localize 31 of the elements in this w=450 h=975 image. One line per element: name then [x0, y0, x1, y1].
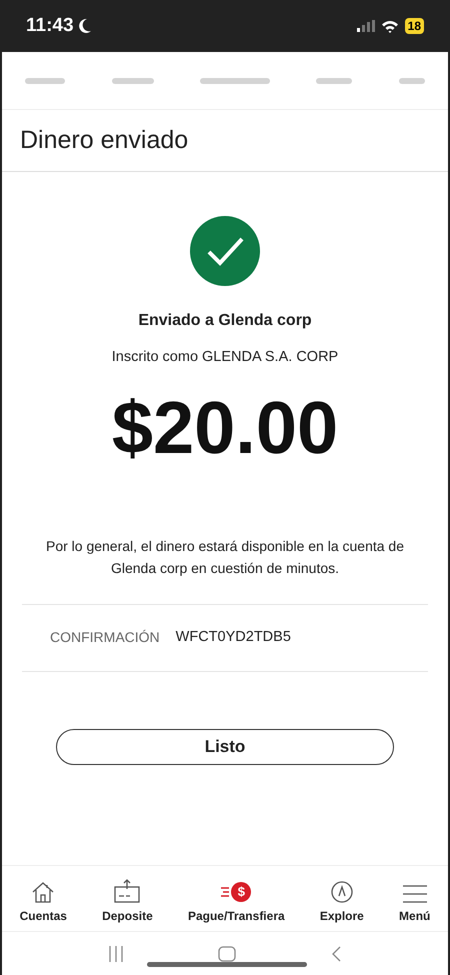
faded-nav-bar: [398, 78, 425, 84]
confirmation-number: WFCT0YD2TDB5: [176, 628, 291, 647]
confirmation-label: CONFIRMACIÓN: [50, 628, 160, 648]
wifi-icon: [380, 20, 399, 32]
battery-level: 18: [404, 18, 424, 34]
nav-tab[interactable]: Deposite: [102, 879, 153, 925]
nav-tab[interactable]: Cuentas: [20, 881, 67, 925]
availability-note: Por lo general, el dinero estará disponible en la cuenta de Glenda corp en cuestión de minutos.: [44, 536, 406, 578]
faded-nav-bar: [25, 78, 66, 84]
faded-nav-bar: [316, 78, 352, 84]
back-icon[interactable]: [330, 946, 341, 962]
signal-icon: [356, 20, 375, 32]
home-button-icon[interactable]: [218, 946, 236, 962]
nav-tab[interactable]: $ Pague/Transfiera: [188, 881, 285, 925]
check-circle-icon: [190, 216, 260, 286]
page-title: Dinero enviado: [20, 124, 188, 156]
house-icon: [31, 881, 56, 903]
done-button[interactable]: Listo: [56, 728, 394, 765]
deposit-icon: [114, 879, 140, 903]
faded-nav-bar: [200, 78, 270, 84]
nav-tab[interactable]: Menú: [399, 885, 430, 925]
nav-tab[interactable]: Explore: [320, 881, 364, 925]
recent-apps-icon[interactable]: [109, 946, 124, 962]
status-time: 11:43: [26, 14, 74, 38]
recipient-text: Enviado a Glenda corp: [138, 311, 312, 331]
faded-nav-bar: [112, 78, 154, 84]
moon-icon: [78, 18, 92, 34]
enrolled-text: Inscrito como GLENDA S.A. CORP: [112, 348, 338, 367]
amount: $20.00: [112, 384, 338, 471]
menu-icon: [402, 885, 427, 903]
compass-icon: [330, 881, 353, 903]
